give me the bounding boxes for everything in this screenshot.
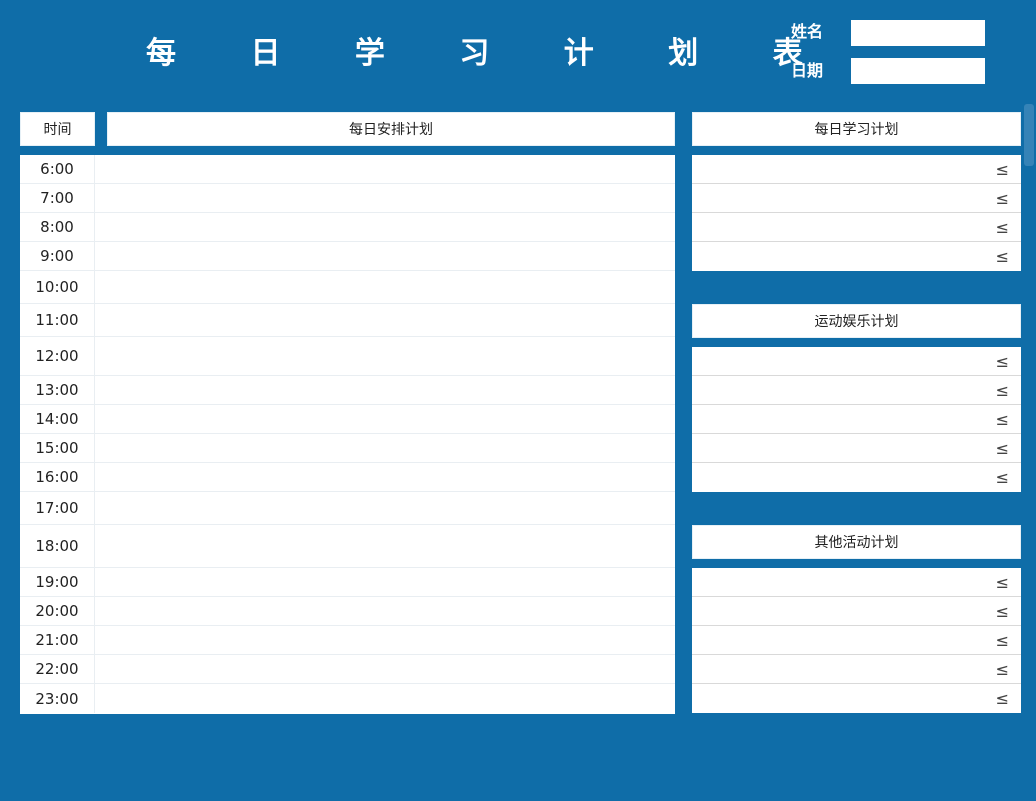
- plan-item-row[interactable]: ≤: [692, 155, 1021, 184]
- plan-item-marker: ≤: [995, 602, 1009, 621]
- plan-item-row[interactable]: ≤: [692, 242, 1021, 271]
- time-header: 时间: [20, 112, 95, 146]
- study-plan-header: 每日学习计划: [692, 112, 1021, 146]
- schedule-time: 9:00: [20, 242, 95, 270]
- schedule-row: 23:00: [20, 684, 675, 713]
- schedule-plan-cell[interactable]: [95, 568, 675, 596]
- plan-item-marker: ≤: [995, 160, 1009, 179]
- sports-plan-header: 运动娱乐计划: [692, 304, 1021, 338]
- plan-item-marker: ≤: [995, 439, 1009, 458]
- schedule-time: 21:00: [20, 626, 95, 654]
- plan-item-row[interactable]: ≤: [692, 184, 1021, 213]
- schedule-row: 16:00: [20, 463, 675, 492]
- schedule-plan-cell[interactable]: [95, 463, 675, 491]
- plan-item-marker: ≤: [995, 247, 1009, 266]
- schedule-time: 22:00: [20, 655, 95, 683]
- plan-item-row[interactable]: ≤: [692, 376, 1021, 405]
- name-label: 姓名: [791, 22, 824, 41]
- schedule-plan-cell[interactable]: [95, 376, 675, 404]
- schedule-row: 14:00: [20, 405, 675, 434]
- schedule-row: 17:00: [20, 492, 675, 525]
- other-plan-header: 其他活动计划: [692, 525, 1021, 559]
- schedule-plan-cell[interactable]: [95, 242, 675, 270]
- schedule-plan-cell[interactable]: [95, 626, 675, 654]
- plan-item-row[interactable]: ≤: [692, 405, 1021, 434]
- schedule-time: 8:00: [20, 213, 95, 241]
- other-plan-list: ≤ ≤ ≤ ≤ ≤: [692, 568, 1021, 713]
- plan-item-marker: ≤: [995, 352, 1009, 371]
- schedule-time: 16:00: [20, 463, 95, 491]
- schedule-row: 6:00: [20, 155, 675, 184]
- date-label: 日期: [791, 61, 824, 80]
- schedule-plan-cell[interactable]: [95, 525, 675, 567]
- schedule-time: 13:00: [20, 376, 95, 404]
- schedule-row: 8:00: [20, 213, 675, 242]
- schedule-time: 15:00: [20, 434, 95, 462]
- schedule-plan-cell[interactable]: [95, 405, 675, 433]
- schedule-row: 21:00: [20, 626, 675, 655]
- schedule-time: 23:00: [20, 684, 95, 713]
- plan-item-marker: ≤: [995, 410, 1009, 429]
- schedule-time: 20:00: [20, 597, 95, 625]
- schedule-row: 13:00: [20, 376, 675, 405]
- study-plan-list: ≤ ≤ ≤ ≤: [692, 155, 1021, 271]
- schedule-plan-cell[interactable]: [95, 213, 675, 241]
- schedule-plan-cell[interactable]: [95, 434, 675, 462]
- schedule-time: 6:00: [20, 155, 95, 183]
- schedule-row: 9:00: [20, 242, 675, 271]
- schedule-plan-cell[interactable]: [95, 337, 675, 375]
- schedule-plan-cell[interactable]: [95, 597, 675, 625]
- plan-item-marker: ≤: [995, 189, 1009, 208]
- schedule-time: 11:00: [20, 304, 95, 336]
- schedule-row: 10:00: [20, 271, 675, 304]
- date-field[interactable]: [851, 58, 985, 84]
- schedule-row: 22:00: [20, 655, 675, 684]
- schedule-plan-cell[interactable]: [95, 271, 675, 303]
- page-title: 每 日 学 习 计 划 表: [146, 36, 835, 71]
- schedule-time: 19:00: [20, 568, 95, 596]
- schedule-row: 19:00: [20, 568, 675, 597]
- schedule-row: 18:00: [20, 525, 675, 568]
- schedule-row: 11:00: [20, 304, 675, 337]
- daily-plan-header: 每日安排计划: [107, 112, 675, 146]
- plan-item-marker: ≤: [995, 660, 1009, 679]
- plan-item-marker: ≤: [995, 631, 1009, 650]
- schedule-time: 18:00: [20, 525, 95, 567]
- schedule-plan-cell[interactable]: [95, 304, 675, 336]
- plan-item-marker: ≤: [995, 689, 1009, 708]
- plan-item-row[interactable]: ≤: [692, 655, 1021, 684]
- plan-item-row[interactable]: ≤: [692, 347, 1021, 376]
- plan-item-marker: ≤: [995, 218, 1009, 237]
- name-field[interactable]: [851, 20, 985, 46]
- schedule-row: 15:00: [20, 434, 675, 463]
- schedule-time: 10:00: [20, 271, 95, 303]
- schedule-time: 7:00: [20, 184, 95, 212]
- schedule-plan-cell[interactable]: [95, 492, 675, 524]
- plan-item-marker: ≤: [995, 381, 1009, 400]
- daily-schedule-table: 6:00 7:00 8:00 9:00 10:00 11:00 12:00 13:00 14:0…: [20, 155, 675, 714]
- schedule-plan-cell[interactable]: [95, 655, 675, 683]
- schedule-plan-cell[interactable]: [95, 184, 675, 212]
- schedule-time: 17:00: [20, 492, 95, 524]
- plan-item-row[interactable]: ≤: [692, 434, 1021, 463]
- schedule-row: 7:00: [20, 184, 675, 213]
- scrollbar-thumb[interactable]: [1024, 104, 1034, 166]
- plan-item-row[interactable]: ≤: [692, 684, 1021, 713]
- plan-item-row[interactable]: ≤: [692, 597, 1021, 626]
- schedule-row: 12:00: [20, 337, 675, 376]
- plan-item-marker: ≤: [995, 468, 1009, 487]
- schedule-time: 12:00: [20, 337, 95, 375]
- schedule-plan-cell[interactable]: [95, 155, 675, 183]
- schedule-plan-cell[interactable]: [95, 684, 675, 713]
- plan-item-row[interactable]: ≤: [692, 213, 1021, 242]
- plan-item-row[interactable]: ≤: [692, 626, 1021, 655]
- schedule-row: 20:00: [20, 597, 675, 626]
- sports-plan-list: ≤ ≤ ≤ ≤ ≤: [692, 347, 1021, 492]
- plan-item-row[interactable]: ≤: [692, 463, 1021, 492]
- schedule-time: 14:00: [20, 405, 95, 433]
- plan-item-marker: ≤: [995, 573, 1009, 592]
- plan-item-row[interactable]: ≤: [692, 568, 1021, 597]
